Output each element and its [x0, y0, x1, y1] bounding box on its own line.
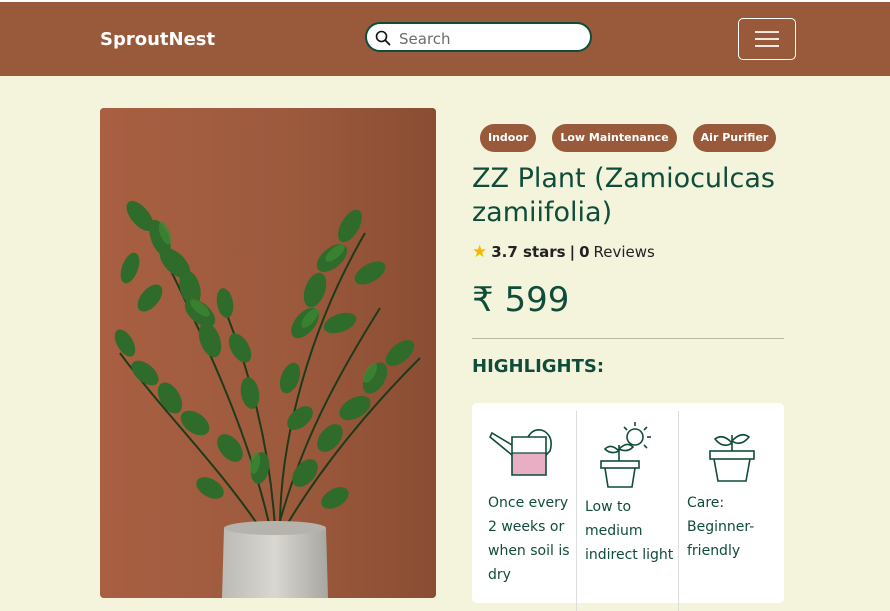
highlight-care: Care: Beginner-friendly: [678, 411, 785, 611]
watering-can-icon: [488, 429, 552, 476]
tag-air-purifier[interactable]: Air Purifier: [692, 124, 777, 152]
product-title: ZZ Plant (Zamioculcas zamiifolia): [472, 163, 775, 228]
highlight-watering-text: Once every 2 weeks or when soil is dry: [488, 495, 570, 583]
search-box[interactable]: [365, 22, 592, 52]
reviews-count: 0: [579, 243, 590, 261]
navbar: SproutNest: [0, 2, 890, 76]
highlight-watering: Once every 2 weeks or when soil is dry: [472, 411, 576, 611]
highlights-title: HIGHLIGHTS:: [472, 356, 605, 377]
highlight-light: Low to medium indirect light: [576, 411, 679, 611]
brand-logo[interactable]: SproutNest: [100, 29, 215, 50]
hamburger-icon-line: [755, 38, 779, 40]
tag-low-maintenance[interactable]: Low Maintenance: [552, 124, 677, 152]
divider: [472, 338, 784, 339]
product-image: [100, 108, 436, 598]
hamburger-icon-line: [755, 45, 779, 47]
menu-toggle-button[interactable]: [738, 18, 796, 60]
rating-stars: 3.7 stars: [491, 243, 566, 261]
sun-plant-icon: [600, 422, 651, 488]
rating: ★ 3.7 stars | 0 Reviews: [472, 242, 655, 262]
highlight-light-text: Low to medium indirect light: [585, 499, 674, 563]
rating-separator: |: [569, 243, 576, 261]
search-icon: [375, 30, 391, 50]
reviews-label[interactable]: Reviews: [594, 243, 655, 261]
hamburger-icon-line: [755, 31, 779, 33]
tag-indoor[interactable]: Indoor: [480, 124, 537, 152]
highlights-card: Once every 2 weeks or when soil is dry L…: [472, 403, 784, 611]
product-price: ₹ 599: [472, 280, 570, 320]
star-icon: ★: [472, 242, 488, 262]
potted-plant-icon: [709, 433, 755, 482]
highlight-care-text: Care: Beginner-friendly: [687, 495, 755, 559]
tag-list: Indoor Low Maintenance Air Purifier: [480, 124, 777, 152]
search-input[interactable]: [397, 28, 586, 50]
